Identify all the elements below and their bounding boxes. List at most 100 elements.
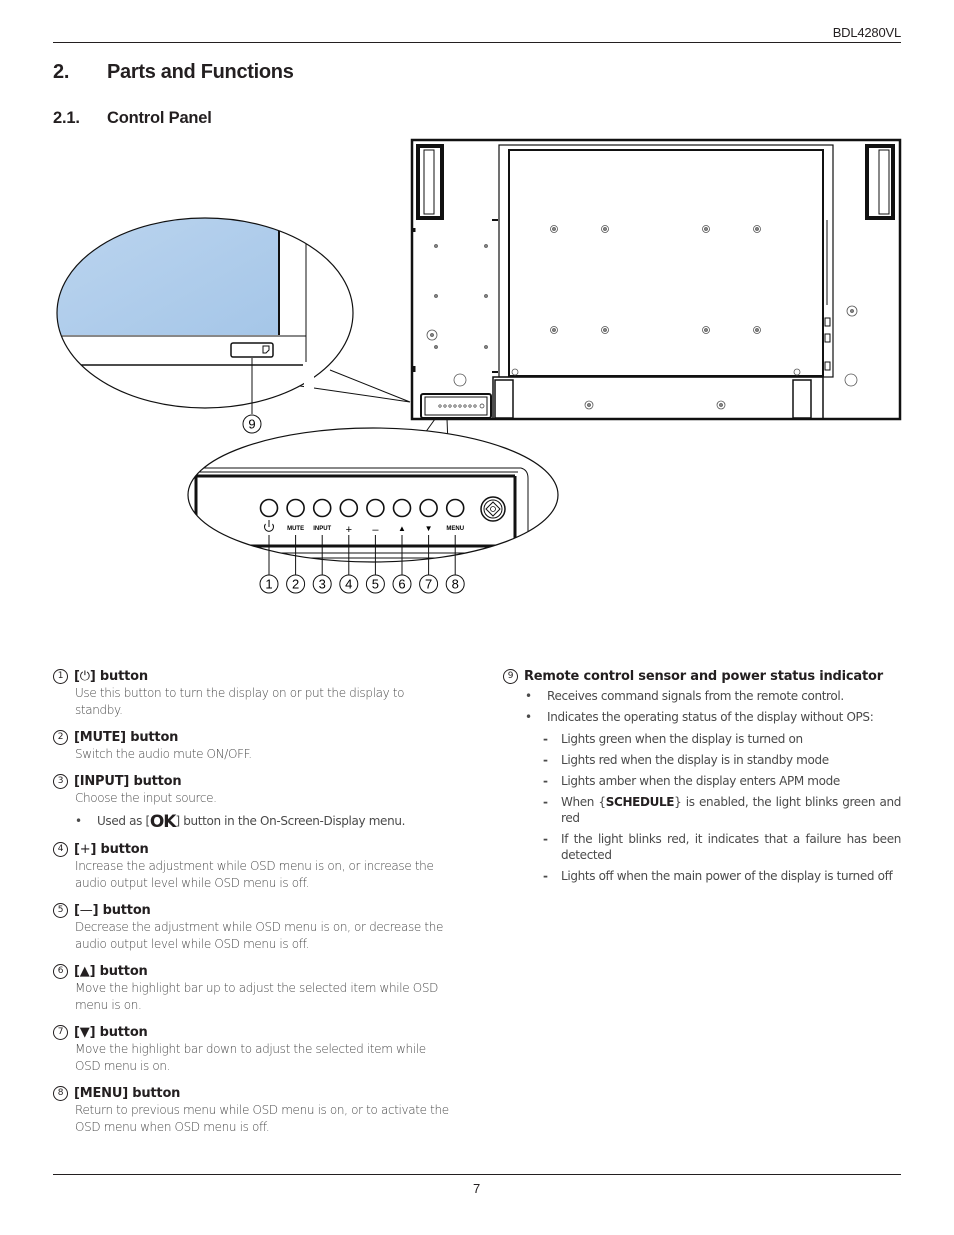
number-badge: 3	[53, 774, 68, 789]
keypad-buttons: 1MUTE2INPUT3+4–5▲6▼7MENU8	[259, 498, 465, 594]
button-power-shape	[259, 498, 279, 518]
item-minus: 5[—] button Decrease the adjustment whil…	[53, 902, 453, 953]
number-badge: 1	[53, 669, 68, 684]
item-plus: 4[+] button Increase the adjustment whil…	[53, 841, 453, 892]
button-minus-shape	[366, 498, 385, 518]
status-item: Lights red when the display is in standb…	[539, 752, 901, 768]
status-item: If the light blinks red, it indicates th…	[539, 831, 901, 863]
keypad-button-power: 1	[259, 498, 279, 594]
sensor-bullet: Indicates the operating status of the di…	[525, 709, 901, 726]
item-power: 1[⏻] button Use this button to turn the …	[53, 668, 453, 719]
item-up: 6[▲] button Move the highlight bar up to…	[53, 963, 453, 1014]
schedule-keyword: SCHEDULE	[605, 795, 675, 809]
callout-circle	[339, 574, 359, 594]
number-badge: 4	[53, 842, 68, 857]
sensor-heading: 9 Remote control sensor and power status …	[503, 668, 901, 685]
section-number: 2.	[53, 61, 70, 83]
callout-circle	[365, 574, 385, 594]
callout-7: 7	[425, 577, 432, 592]
item-description: Switch the audio mute ON/OFF.	[75, 747, 252, 761]
callout-9: 9	[248, 417, 255, 432]
status-item: Lights green when the display is turned …	[539, 731, 901, 747]
callout-8: 8	[452, 577, 459, 592]
keypad-button-menu: MENU 8	[445, 498, 465, 594]
item-title: [MUTE] button	[74, 730, 179, 745]
footer-rule	[53, 1174, 901, 1175]
number-badge: 2	[53, 730, 68, 745]
callout-circle	[312, 574, 332, 594]
subsection-title: Control Panel	[107, 109, 212, 127]
button-plus-shape	[339, 498, 359, 518]
joystick-icon	[480, 496, 506, 522]
keypad-button-up: ▲6	[392, 498, 412, 594]
keypad-button-mute: MUTE 2	[286, 498, 306, 594]
item-description: Move the highlight bar down to adjust th…	[75, 1042, 426, 1073]
control-panel-diagram: 9 1MUTE2INPUT3+4–5▲6▼7MENU8	[56, 138, 902, 594]
item-mute: 2 [MUTE] button Switch the audio mute ON/…	[53, 729, 453, 763]
callout-2: 2	[292, 577, 299, 592]
callout-circle	[259, 574, 279, 594]
keypad-button-plus: +4	[339, 498, 359, 594]
button-down-label: ▼	[425, 524, 433, 533]
item-description: Return to previous menu while OSD menu i…	[75, 1103, 449, 1134]
callout-circle	[392, 574, 412, 594]
page-number: 7	[473, 1181, 481, 1196]
power-icon: ⏻	[79, 669, 90, 684]
callout-1: 1	[265, 577, 272, 592]
header-rule	[53, 42, 901, 43]
callout-circle	[286, 574, 306, 594]
number-badge: 5	[53, 903, 68, 918]
sensor-magnifier: 9	[56, 217, 411, 434]
keypad-dots	[438, 403, 485, 409]
control-panel-figure: 9 1 MUTE 2 INPUT 3 +4–5 ▲ 6 ▼ 7 MENU 8	[0, 0, 954, 620]
button-menu-label: MENU	[446, 526, 464, 532]
item-menu: 8 [MENU] button Return to previous menu w…	[53, 1085, 453, 1136]
ok-icon: OK	[149, 812, 177, 832]
button-mute-shape	[286, 498, 305, 518]
section-heading: 2. Parts and Functions	[53, 61, 294, 84]
number-badge: 6	[53, 964, 68, 979]
power-icon	[264, 523, 274, 532]
item-description: Increase the adjustment while OSD menu i…	[75, 859, 434, 890]
number-badge: 7	[53, 1025, 68, 1040]
callout-6: 6	[398, 577, 405, 592]
button-down-shape	[419, 498, 438, 518]
bullet-ok: Used as [OK] button in the On-Screen-Dis…	[75, 813, 453, 831]
subsection-heading: 2.1. Control Panel	[53, 109, 212, 128]
keypad-button-minus: –5	[365, 498, 385, 594]
plus-icon: +	[79, 842, 91, 857]
item-input: 3 [INPUT] button Choose the input source.…	[53, 773, 453, 831]
item-title: [MENU] button	[74, 1086, 181, 1101]
status-item-schedule: When {SCHEDULE} is enabled, the light bl…	[539, 794, 901, 826]
subsection-number: 2.1.	[53, 109, 80, 127]
keypad-button-input: INPUT 3	[312, 498, 332, 594]
down-arrow-icon: ▼	[79, 1025, 90, 1040]
button-plus-label: +	[346, 524, 352, 536]
number-badge: 9	[503, 669, 518, 684]
callout-4: 4	[345, 577, 352, 592]
callout-circle	[445, 574, 465, 594]
keypad-magnifier: 1MUTE2INPUT3+4–5▲6▼7MENU8	[187, 418, 559, 594]
sensor-title: Remote control sensor and power status i…	[524, 669, 883, 684]
model-number: BDL4280VL	[832, 25, 902, 40]
callout-5: 5	[372, 577, 379, 592]
item-down: 7[▼] button Move the highlight bar down …	[53, 1024, 453, 1075]
mounting-screws	[426, 225, 858, 410]
status-item: Lights amber when the display enters APM…	[539, 773, 901, 789]
button-minus-label: –	[372, 524, 379, 536]
callout-3: 3	[319, 577, 326, 592]
button-menu-shape	[445, 498, 465, 518]
button-up-shape	[392, 498, 412, 518]
button-mute-label: MUTE	[287, 526, 304, 532]
sensor-bullet: Receives command signals from the remote…	[525, 688, 901, 705]
keypad-button-down: ▼7	[419, 498, 439, 594]
item-title: [INPUT] button	[74, 774, 182, 789]
button-up-label: ▲	[398, 524, 406, 533]
button-descriptions: 1[⏻] button Use this button to turn the …	[53, 668, 453, 1146]
minus-icon: —	[79, 903, 93, 918]
button-input-label: INPUT	[313, 526, 331, 532]
callout-circle	[419, 574, 439, 594]
item-description: Use this button to turn the display on o…	[75, 686, 405, 717]
button-input-shape	[312, 498, 332, 518]
item-description: Choose the input source.	[75, 791, 217, 805]
